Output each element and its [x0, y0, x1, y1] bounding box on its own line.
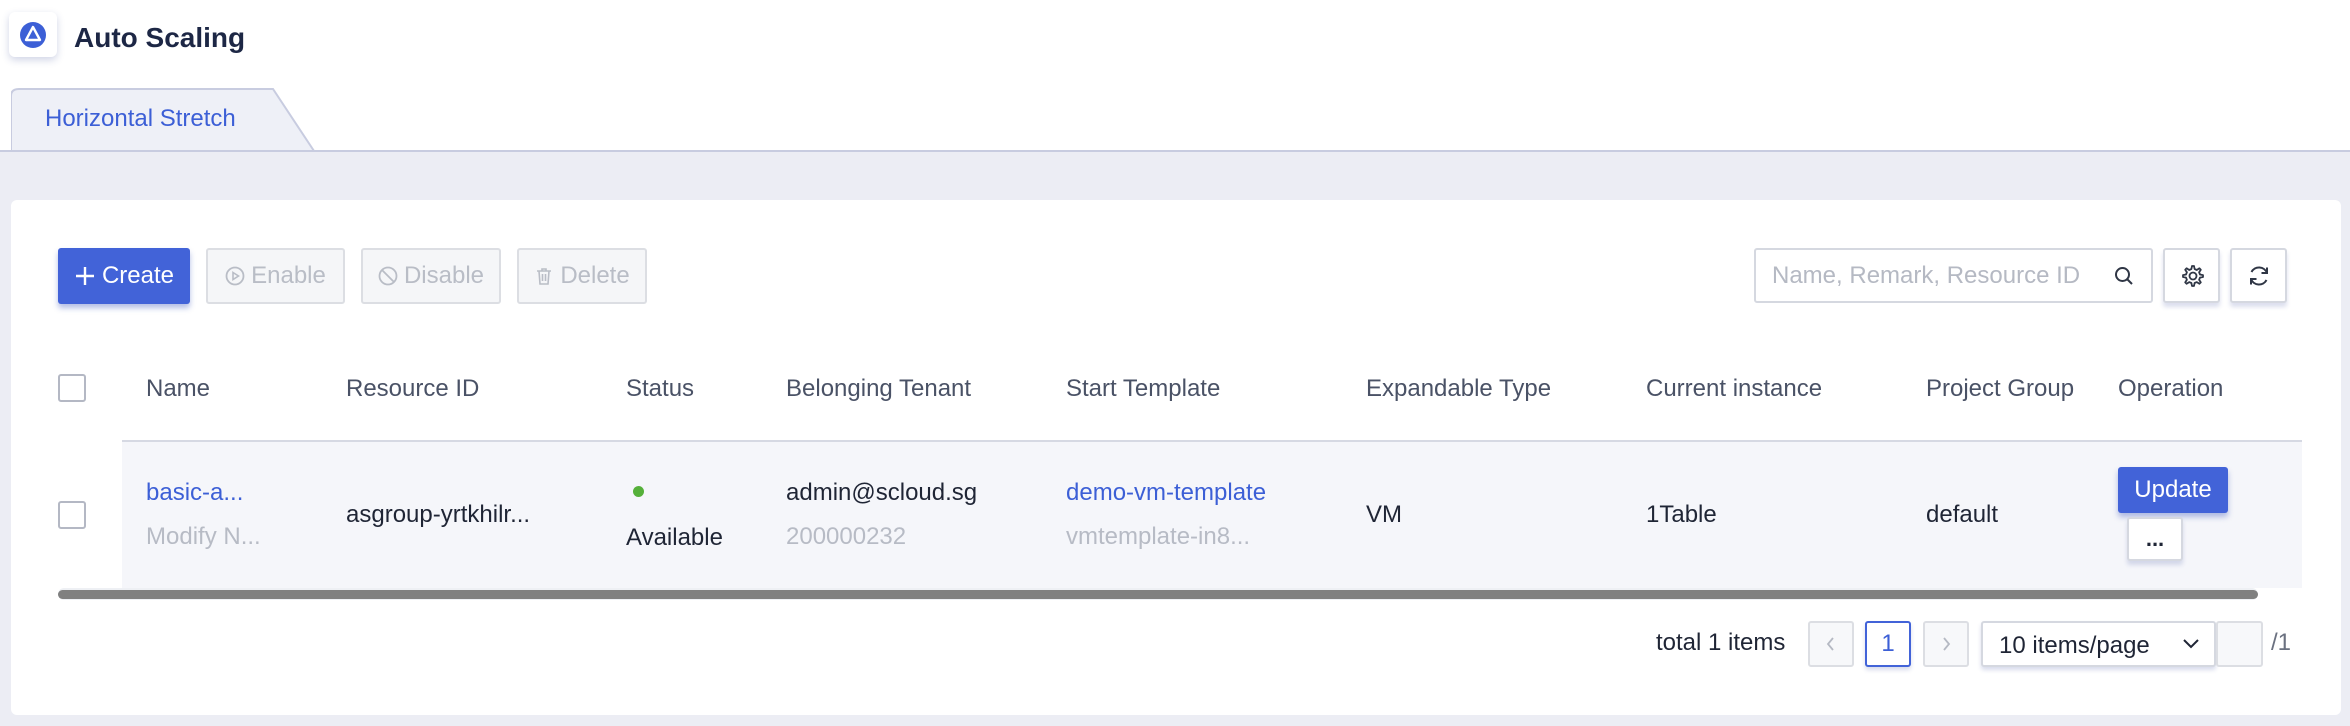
column-header-resource-id[interactable]: Resource ID	[346, 374, 479, 404]
play-circle-icon	[225, 266, 245, 286]
gear-icon	[2181, 264, 2204, 287]
page-number-current[interactable]: 1	[1865, 621, 1911, 667]
row-tenant-id: 200000232	[786, 523, 907, 550]
column-header-name[interactable]: Name	[146, 374, 210, 404]
tab-label: Horizontal Stretch	[45, 105, 236, 132]
row-template-id: vmtemplate-in8...	[1066, 523, 1251, 550]
horizontal-scrollbar[interactable]	[58, 588, 2258, 600]
row-checkbox[interactable]	[58, 501, 86, 529]
row-status: Available	[626, 524, 723, 551]
row-tenant: admin@scloud.sg	[786, 479, 978, 506]
search-box	[1754, 248, 2153, 303]
create-button[interactable]: Create	[58, 248, 190, 304]
page-size-select[interactable]: 10 items/page	[1981, 621, 2216, 667]
update-button[interactable]: Update	[2118, 467, 2228, 513]
content-card: Create Enable Disable Delete Name, Remar…	[11, 200, 2341, 715]
row-remark: Modify N...	[146, 523, 261, 550]
tab-divider	[0, 150, 2350, 152]
column-header-status[interactable]: Status	[626, 374, 694, 404]
row-expandable-type: VM	[1366, 501, 1402, 528]
chevron-left-icon	[1826, 637, 1834, 651]
disable-button[interactable]: Disable	[361, 248, 501, 304]
row-current-instance: 1Table	[1646, 501, 1717, 528]
chevron-down-icon	[2183, 639, 2199, 649]
row-project-group: default	[1926, 501, 1999, 528]
row-resource-id: asgroup-yrtkhilr...	[346, 501, 531, 528]
total-items: total 1 items	[1656, 629, 1786, 656]
refresh-icon	[2249, 265, 2268, 286]
more-actions-button[interactable]: ...	[2127, 517, 2183, 561]
disable-button-label: Disable	[403, 262, 485, 289]
search-icon[interactable]	[2113, 265, 2135, 287]
chevron-right-icon	[1943, 637, 1951, 651]
ban-icon	[378, 266, 398, 286]
search-input[interactable]	[1772, 260, 2102, 292]
next-page-button[interactable]	[1923, 621, 1969, 667]
column-header-operation: Operation	[2118, 375, 2224, 402]
enable-button[interactable]: Enable	[206, 248, 345, 304]
scrollbar-thumb[interactable]	[58, 590, 2258, 599]
goto-page-input[interactable]	[2216, 621, 2263, 667]
page-size-label: 10 items/page	[1999, 632, 2150, 659]
select-all-checkbox[interactable]	[58, 374, 86, 402]
refresh-button[interactable]	[2230, 248, 2287, 303]
create-button-label: Create	[101, 262, 175, 289]
column-header-current-instance[interactable]: Current instance	[1646, 374, 1822, 404]
status-dot	[633, 486, 644, 497]
tab-horizontal-stretch[interactable]: Horizontal Stretch	[11, 88, 316, 152]
column-header-tenant[interactable]: Belonging Tenant	[786, 374, 971, 404]
plus-icon	[75, 267, 94, 285]
trash-icon	[537, 268, 552, 285]
row-name-link[interactable]: basic-a...	[146, 478, 243, 508]
delete-button[interactable]: Delete	[517, 248, 647, 304]
app-title: Auto Scaling	[74, 22, 246, 53]
row-template-link[interactable]: demo-vm-template	[1066, 478, 1266, 508]
triangle-logo-icon	[9, 12, 57, 57]
tab-strip: Horizontal Stretch	[0, 88, 2350, 152]
column-header-expandable-type[interactable]: Expandable Type	[1366, 374, 1551, 404]
enable-button-label: Enable	[251, 262, 326, 289]
column-header-project-group[interactable]: Project Group	[1926, 374, 2074, 404]
app-header: Auto Scaling Horizontal Stretch	[0, 0, 2350, 152]
total-pages: /1	[2271, 629, 2292, 656]
prev-page-button[interactable]	[1808, 621, 1854, 667]
settings-button[interactable]	[2163, 248, 2220, 303]
column-header-start-template[interactable]: Start Template	[1066, 374, 1220, 404]
delete-button-label: Delete	[560, 262, 630, 289]
